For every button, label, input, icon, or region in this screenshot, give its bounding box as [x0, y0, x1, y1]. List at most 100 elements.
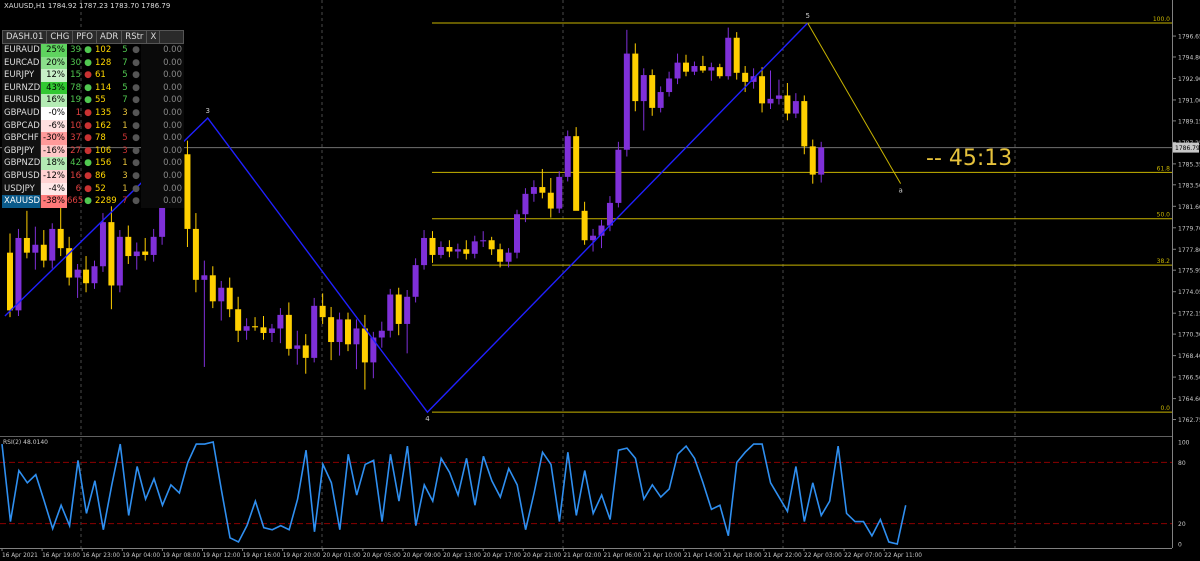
value-cell: 0.00: [141, 94, 184, 107]
candle-body: [801, 101, 808, 147]
symbol-label[interactable]: GBPNZD: [2, 157, 41, 170]
symbol-label[interactable]: XAUUSD: [2, 195, 41, 208]
dashboard-row-gbpnzd[interactable]: GBPNZD 18% 42 ● 156 1 ● 0.00: [2, 157, 184, 170]
pfo-cell: 1: [75, 107, 81, 118]
pfo-cell: 19: [70, 95, 81, 106]
change-cell: 43%: [41, 81, 67, 95]
symbol-label[interactable]: EURUSD: [2, 94, 41, 107]
symbol-label[interactable]: GBPAUD: [2, 106, 41, 120]
symbol-label[interactable]: GBPJPY: [2, 144, 41, 158]
candle-body: [252, 326, 259, 328]
price-label: 1768.40: [1178, 353, 1200, 360]
candle-body: [809, 146, 816, 175]
symbol-label[interactable]: USDJPY: [2, 182, 41, 196]
strength-dot-icon: ●: [132, 70, 140, 81]
price-label: 1772.15: [1178, 311, 1200, 318]
candle-body: [184, 154, 191, 229]
pfo-cell: 665: [67, 196, 84, 207]
symbol-label[interactable]: GBPUSD: [2, 169, 41, 183]
value-cell: 0.00: [141, 195, 184, 208]
pfo-cell: 37: [70, 133, 81, 144]
candle-body: [370, 337, 377, 363]
candle-body: [691, 66, 698, 72]
candle-body: [742, 72, 749, 82]
symbol-label[interactable]: GBPCHF: [2, 132, 41, 145]
dashboard-panel[interactable]: DASH.01 CHG PFO ADR RStr X EURAUD 25% 39 ● 1…: [2, 30, 184, 208]
dashboard-row-gbpchf[interactable]: GBPCHF -30% 37 ● 78 5 ● 0.00: [2, 132, 184, 145]
price-label: 1762.75: [1178, 417, 1200, 424]
price-label: 1770.30: [1178, 332, 1200, 339]
time-label: 22 Apr 11:00: [884, 553, 922, 559]
candle-body: [674, 62, 681, 79]
rsi-axis-label: 80: [1178, 460, 1186, 467]
candle-body: [454, 249, 461, 252]
adr-cell: 135: [95, 107, 112, 118]
candle-body: [40, 244, 47, 261]
candle-body: [573, 136, 580, 211]
candle-body: [353, 328, 360, 345]
candle-body: [488, 240, 495, 250]
rsi-axis-label: 0: [1178, 542, 1182, 549]
candle-body: [683, 62, 689, 72]
candle-body: [581, 210, 588, 241]
dashboard-row-usdjpy[interactable]: USDJPY -4% 6 ● 52 1 ● 0.00: [2, 182, 184, 196]
candle-body: [446, 247, 453, 252]
symbol-label[interactable]: EURCAD: [2, 56, 41, 70]
time-label: 20 Apr 01:00: [323, 553, 361, 559]
symbol-label[interactable]: EURJPY: [2, 69, 41, 82]
dashboard-row-eurnzd[interactable]: EURNZD 43% 78 ● 114 5 ● 0.00: [2, 81, 184, 95]
status-dot-icon: ●: [84, 196, 92, 207]
strength-dot-icon: ●: [132, 133, 140, 144]
dash-title: DASH.01: [3, 31, 48, 43]
time-label: 19 Apr 16:00: [243, 553, 281, 559]
candle-body: [345, 319, 351, 345]
change-cell: 25%: [41, 44, 67, 57]
header-adr: ADR: [97, 31, 123, 43]
dashboard-row-eurcad[interactable]: EURCAD 20% 30 ● 128 7 ● 0.00: [2, 56, 184, 70]
candle-body: [57, 228, 64, 249]
price-label: 1783.50: [1178, 182, 1200, 189]
fib-level-label: 38.2: [1157, 258, 1171, 265]
dashboard-row-euraud[interactable]: EURAUD 25% 39 ● 102 5 ● 0.00: [2, 44, 184, 57]
candle-body: [260, 327, 267, 333]
candle-body: [657, 92, 664, 108]
value-cell: 0.00: [141, 182, 184, 196]
change-cell: -4%: [41, 182, 67, 196]
time-label: 19 Apr 04:00: [122, 553, 160, 559]
rstr-cell: 5: [122, 45, 128, 55]
symbol-label[interactable]: EURNZD: [2, 81, 41, 95]
dashboard-row-gbpjpy[interactable]: GBPJPY -16% 27 ● 106 3 ● 0.00: [2, 144, 184, 158]
close-button[interactable]: X: [147, 31, 161, 43]
time-label: 20 Apr 13:00: [443, 553, 481, 559]
candle-body: [615, 149, 622, 203]
symbol-label[interactable]: GBPCAD: [2, 119, 41, 133]
candle-body: [328, 317, 335, 343]
pfo-cell: 78: [70, 82, 81, 93]
symbol-label[interactable]: EURAUD: [2, 44, 41, 57]
dashboard-row-gbpcad[interactable]: GBPCAD -6% 10 ● 162 1 ● 0.00: [2, 119, 184, 133]
candle-body: [277, 314, 284, 329]
dashboard-row-gbpusd[interactable]: GBPUSD -12% 16 ● 86 3 ● 0.00: [2, 169, 184, 183]
candle-body: [336, 319, 343, 343]
dashboard-row-eurusd[interactable]: EURUSD 16% 19 ● 55 7 ● 0.00: [2, 94, 184, 107]
candle-body: [699, 66, 706, 71]
candle-body: [547, 192, 554, 209]
time-label: 21 Apr 18:00: [724, 553, 762, 559]
candle-body: [437, 247, 444, 255]
strength-dot-icon: ●: [132, 145, 140, 156]
price-label: 1779.70: [1178, 225, 1200, 232]
candle-body: [716, 67, 723, 77]
time-label: 19 Apr 08:00: [162, 553, 200, 559]
header-rstr: RStr: [122, 31, 148, 43]
candle-body: [150, 236, 157, 255]
dashboard-row-eurjpy[interactable]: EURJPY 12% 15 ● 61 5 ● 0.00: [2, 69, 184, 82]
dashboard-row-xauusd[interactable]: XAUUSD -38% 665 ● 2289 7 ● 0.00: [2, 195, 184, 208]
rstr-cell: 1: [122, 158, 128, 169]
time-label: 21 Apr 06:00: [604, 553, 642, 559]
candle-body: [792, 101, 799, 114]
dashboard-row-gbpaud[interactable]: GBPAUD -0% 1 ● 135 3 ● 0.00: [2, 106, 184, 120]
fib-level-label: 100.0: [1153, 16, 1170, 23]
candle-body: [133, 251, 140, 257]
time-label: 20 Apr 09:00: [403, 553, 441, 559]
window-title: XAUUSD,H1 1784.92 1787.23 1783.70 1786.7…: [4, 2, 171, 10]
